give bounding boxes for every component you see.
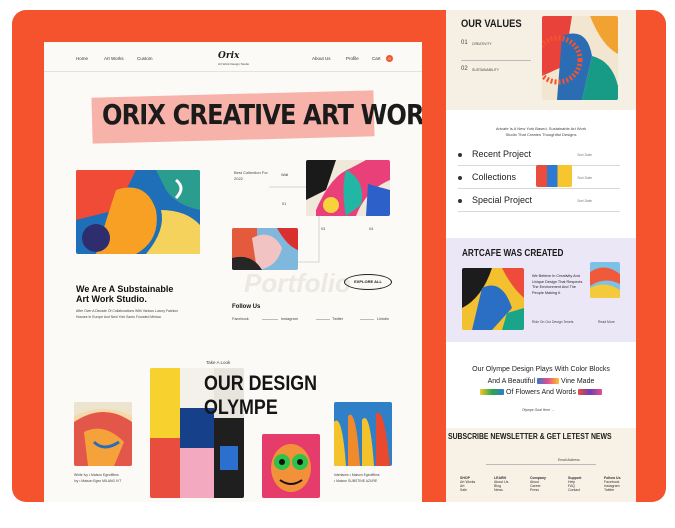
olympe-button[interactable]: Olympe Goal Here → <box>522 408 554 412</box>
list-item-collections[interactable]: Collections Sort Date <box>458 165 620 189</box>
footer-column-support: Support Help FAQ Contact <box>568 476 582 492</box>
our-design-title: OUR DESIGN OLYMPE <box>204 372 318 419</box>
nav-about[interactable]: About Us <box>312 56 331 61</box>
artcafe-title: ARTCAFE WAS CREATED <box>462 248 564 259</box>
value-number-2: 02 <box>461 66 468 72</box>
artwork-olympe-left[interactable] <box>74 402 132 466</box>
follow-divider <box>360 319 374 320</box>
bullet-icon <box>458 153 462 157</box>
artwork-main[interactable] <box>76 170 200 254</box>
landing-page-preview: Home Art Works Custom Orix Art Work Desi… <box>44 42 422 502</box>
artcafe-section: ARTCAFE WAS CREATED We Believe In Creati… <box>446 238 636 342</box>
top-nav: Home Art Works Custom Orix Art Work Desi… <box>44 42 422 72</box>
nav-home[interactable]: Home <box>76 56 88 61</box>
nav-profile[interactable]: Profile <box>346 56 359 61</box>
newsletter-email-input[interactable]: Email Address <box>558 458 580 462</box>
artwork-collection-1[interactable] <box>306 160 390 216</box>
explore-all-button[interactable]: EXPLORE ALL <box>344 274 392 290</box>
follow-divider <box>262 319 278 320</box>
value-divider <box>461 60 531 61</box>
caption-right: Interlaces • Maison Egeoffilms • Maison … <box>334 473 380 483</box>
newsletter-section: SUBSCRIBE NEWSLETTER & GET LETEST NEWS E… <box>446 428 636 502</box>
cart-count-badge: 0 <box>386 55 393 62</box>
nav-custom[interactable]: Custom <box>137 56 153 61</box>
value-label-2: SUSTAINABILITY <box>472 68 500 72</box>
olympe-line-2: And A Beautiful Vine Made <box>487 378 595 385</box>
follow-linkdin[interactable]: Linkdin <box>377 317 389 321</box>
artcafe-text: We Believe In Creativity And Unique Desi… <box>532 274 583 295</box>
follow-instagram[interactable]: Instagram <box>281 317 298 321</box>
list-item-label: Special Project <box>472 195 533 205</box>
artwork-artcafe[interactable] <box>462 268 524 330</box>
olympe-line-3: Of Flowers And Words <box>446 388 636 396</box>
watermark-text: Portfolio <box>244 268 351 298</box>
values-section: OUR VALUES 01 CREATIVITY 02 SUSTAINABILI… <box>446 10 636 110</box>
follow-title: Follow Us <box>232 304 261 310</box>
studio-heading: We Are A Substainable Art Work Studio. <box>76 284 174 304</box>
artcafe-caption: Ride On Our Design Tenets <box>532 320 574 324</box>
footer-column-follow: Follow Us Facebook Instagram Twitter <box>604 476 621 492</box>
color-chip <box>480 389 505 395</box>
brand-tagline: Art Work Design Studio <box>218 62 250 66</box>
footer-column-shop: SHOP Art Works Art Sale <box>460 476 476 492</box>
color-chip <box>537 378 560 384</box>
footer-column-company: Company About Career Press <box>530 476 546 492</box>
footer-column-learn: LEARN About Us Blog News <box>494 476 509 492</box>
follow-facebook[interactable]: Facebook <box>232 317 249 321</box>
newsletter-title: SUBSCRIBE NEWSLETTER & GET LETEST NEWS <box>448 432 612 441</box>
newsletter-input-line <box>486 464 596 465</box>
projects-section: Artcafe Is A New York Based, Sustainable… <box>446 110 636 238</box>
value-number-1: 01 <box>461 40 468 46</box>
artwork-values[interactable] <box>542 16 618 100</box>
artwork-olympe-right[interactable] <box>334 402 392 466</box>
collections-thumbnail <box>536 165 572 187</box>
list-item-meta: Sort Date <box>577 199 592 203</box>
value-label-1: CREATIVITY <box>472 42 492 46</box>
caption-left: White Ivy • Maison Egeoffilms Ivy • Mais… <box>74 473 122 483</box>
hero-title: ORIX CREATIVE ART WORK <box>102 98 422 131</box>
about-page-preview: OUR VALUES 01 CREATIVITY 02 SUSTAINABILI… <box>446 10 636 502</box>
list-item-label: Collections <box>472 172 517 182</box>
artwork-artcafe-small[interactable] <box>590 262 620 298</box>
read-more-link[interactable]: Read More <box>598 320 615 324</box>
follow-twitter[interactable]: Twitter <box>332 317 343 321</box>
list-item-label: Recent Project <box>472 149 532 159</box>
color-chip <box>577 389 602 395</box>
olympe-section: Our Olympe Design Plays With Color Block… <box>446 342 636 434</box>
values-circle-badge <box>542 35 583 85</box>
take-a-look-label: Take A Look <box>206 360 231 365</box>
bullet-icon <box>458 176 462 180</box>
nav-cart[interactable]: Cart <box>372 56 381 61</box>
studio-description: After Over A Decade Of Collaborations Wi… <box>76 309 179 319</box>
intro-text: Artcafe Is A New York Based, Sustainable… <box>495 126 587 137</box>
list-item-meta: Sort Date <box>577 153 592 157</box>
olympe-line-1: Our Olympe Design Plays With Color Block… <box>472 366 610 373</box>
nav-art-works[interactable]: Art Works <box>104 56 124 61</box>
list-item-special-project[interactable]: Special Project Sort Date <box>458 194 620 212</box>
values-title: OUR VALUES <box>461 18 522 30</box>
bullet-icon <box>458 199 462 203</box>
artwork-olympe-face[interactable] <box>262 434 320 498</box>
follow-divider <box>316 319 330 320</box>
brand-logo[interactable]: Orix <box>218 51 239 61</box>
list-item-meta: Sort Date <box>577 176 592 180</box>
list-item-recent-project[interactable]: Recent Project Sort Date <box>458 148 620 166</box>
artwork-collection-2[interactable] <box>232 228 298 270</box>
